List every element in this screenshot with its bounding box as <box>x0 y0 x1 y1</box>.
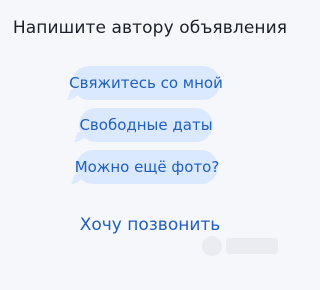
quick-message-more-photos[interactable]: Можно ещё фото? <box>75 150 219 184</box>
call-link[interactable]: Хочу позвонить <box>0 215 300 235</box>
quick-message-available-dates[interactable]: Свободные даты <box>79 108 213 142</box>
panel-title: Напишите автору объявления <box>12 18 288 38</box>
contact-author-panel: Напишите автору объявления Свяжитесь со … <box>0 0 300 290</box>
quick-message-contact-me[interactable]: Свяжитесь со мной <box>69 66 223 100</box>
